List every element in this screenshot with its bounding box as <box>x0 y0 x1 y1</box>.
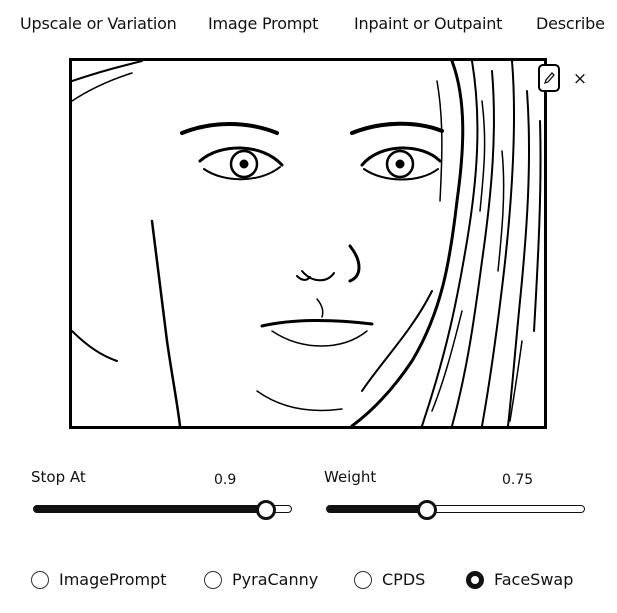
radio-cpds-circle[interactable] <box>354 570 372 589</box>
radio-imageprompt-circle[interactable] <box>31 570 49 589</box>
tab-inpaint-or-outpaint[interactable]: Inpaint or Outpaint <box>354 14 502 33</box>
stop-at-slider-fill <box>34 504 266 513</box>
radio-faceswap-label: FaceSwap <box>494 570 574 589</box>
face-line-art-image <box>72 61 542 426</box>
radio-imageprompt-label: ImagePrompt <box>59 570 167 589</box>
stop-at-label: Stop At <box>31 468 86 486</box>
stop-at-value: 0.9 <box>214 472 237 488</box>
edit-image-button[interactable] <box>538 64 560 92</box>
close-image-button[interactable]: × <box>569 68 591 90</box>
close-icon: × <box>572 69 588 89</box>
radio-faceswap[interactable]: FaceSwap <box>466 570 573 589</box>
radio-pyracanny-circle[interactable] <box>204 570 222 589</box>
radio-imageprompt[interactable]: ImagePrompt <box>31 570 167 589</box>
control-image-preview[interactable] <box>69 58 547 429</box>
weight-slider[interactable] <box>326 500 585 520</box>
stop-at-slider[interactable] <box>33 500 292 520</box>
tab-upscale-or-variation[interactable]: Upscale or Variation <box>20 14 177 33</box>
weight-slider-fill <box>327 504 426 513</box>
weight-value: 0.75 <box>502 472 534 488</box>
tab-bar: Upscale or Variation Image Prompt Inpain… <box>0 14 617 40</box>
stop-at-slider-thumb[interactable] <box>256 500 277 520</box>
radio-pyracanny-label: PyraCanny <box>232 570 319 589</box>
pencil-icon <box>543 72 555 85</box>
tab-image-prompt[interactable]: Image Prompt <box>208 14 318 33</box>
radio-cpds-label: CPDS <box>382 570 426 589</box>
weight-label: Weight <box>324 468 377 486</box>
tab-describe[interactable]: Describe <box>536 14 605 33</box>
radio-pyracanny[interactable]: PyraCanny <box>204 570 318 589</box>
radio-faceswap-circle[interactable] <box>466 570 484 589</box>
weight-slider-thumb[interactable] <box>416 500 437 520</box>
control-type-radio-group: ImagePrompt PyraCanny CPDS FaceSwap <box>0 570 617 594</box>
radio-cpds[interactable]: CPDS <box>354 570 425 589</box>
